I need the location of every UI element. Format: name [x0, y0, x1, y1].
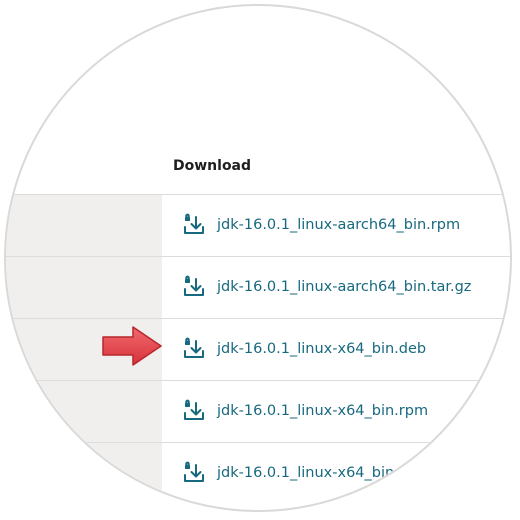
downloads-table: Download jdk-16.0.1_linux-aarch64_bin.rp… — [6, 6, 510, 510]
magnifier-circle: Download jdk-16.0.1_linux-aarch64_bin.rp… — [4, 4, 512, 512]
table-row: jdk-16.0.1_linux-x64_bin.tar.gz — [162, 442, 510, 504]
table-row: jdk-16.0.1_linux-aarch64_bin.rpm — [162, 194, 510, 256]
download-link-jdk-aarch64-rpm[interactable]: jdk-16.0.1_linux-aarch64_bin.rpm — [217, 217, 460, 233]
download-link-jdk-aarch64-targz[interactable]: jdk-16.0.1_linux-aarch64_bin.tar.gz — [217, 279, 471, 295]
download-link-jdk-x64-deb[interactable]: jdk-16.0.1_linux-x64_bin.deb — [217, 341, 426, 357]
download-link-jdk-x64-rpm[interactable]: jdk-16.0.1_linux-x64_bin.rpm — [217, 403, 428, 419]
table-row: jdk-16.0.1_linux-aarch64_bin.tar.gz — [162, 256, 510, 318]
table-row: jdk-16.0.1_linux-x64_bin.rpm — [162, 380, 510, 442]
download-lock-icon[interactable] — [182, 461, 206, 485]
download-link-jdk-x64-targz[interactable]: jdk-16.0.1_linux-x64_bin.tar.gz — [217, 465, 439, 481]
zoomed-screenshot: Download jdk-16.0.1_linux-aarch64_bin.rp… — [0, 0, 520, 520]
download-column-header: Download — [173, 158, 252, 174]
download-lock-icon[interactable] — [182, 399, 206, 423]
download-lock-icon[interactable] — [182, 337, 206, 361]
download-lock-icon[interactable] — [182, 275, 206, 299]
table-row: jdk-16.0.1_linux-x64_bin.deb — [162, 318, 510, 380]
red-arrow-right-icon — [102, 326, 162, 366]
download-lock-icon[interactable] — [182, 213, 206, 237]
